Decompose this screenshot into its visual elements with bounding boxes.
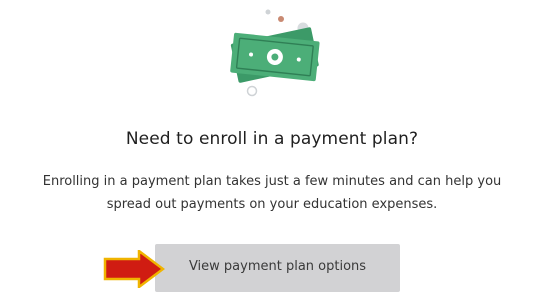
accent-dot bbox=[278, 16, 284, 22]
cash-stack-icon bbox=[230, 9, 320, 97]
outline-dot bbox=[246, 85, 258, 97]
description-line-1: Enrolling in a payment plan takes just a… bbox=[42, 174, 502, 189]
description-line-2: spread out payments on your education ex… bbox=[106, 197, 438, 212]
enrollment-description: Enrolling in a payment plan takes just a… bbox=[0, 170, 544, 216]
view-payment-plan-options-button[interactable]: View payment plan options bbox=[155, 244, 400, 292]
annotation-arrow bbox=[103, 250, 165, 288]
page-title: Need to enroll in a payment plan? bbox=[125, 129, 419, 149]
right-arrow-icon bbox=[103, 250, 165, 288]
small-dot bbox=[265, 9, 271, 15]
payment-illustration bbox=[210, 8, 340, 100]
